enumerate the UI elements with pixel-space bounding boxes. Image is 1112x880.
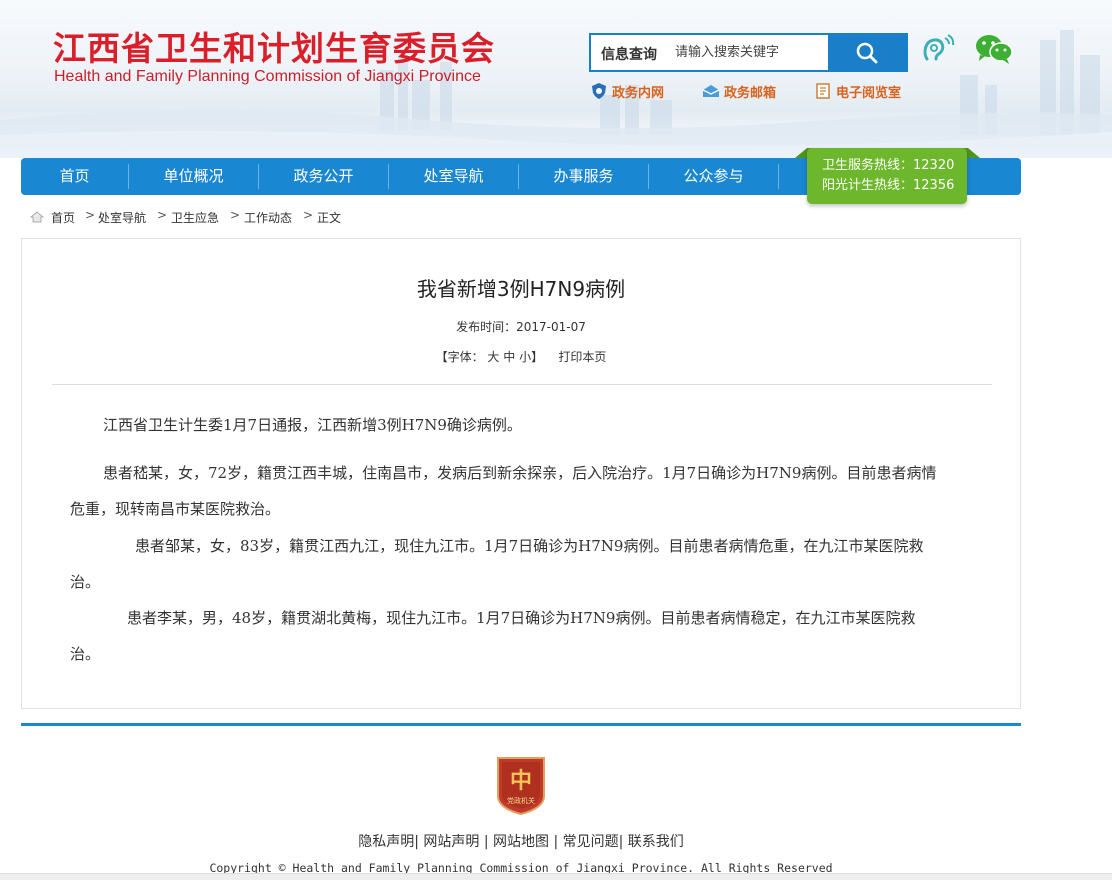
nav-item-home[interactable]: 首页 [21,158,128,195]
hotline-family-planning: 阳光计生热线：12356 [822,178,955,193]
footer-links: 隐私声明| 网站声明 | 网站地图 | 常见问题| 联系我们 [358,834,684,850]
footer-divider [21,723,1021,726]
quick-link-label: 电子阅览室 [836,86,902,101]
breadcrumb-separator: > [230,208,241,222]
quick-link-intranet[interactable]: 政务内网 [590,81,680,101]
breadcrumb-work-news[interactable]: 工作动态 [244,209,292,226]
shield-network-icon [592,83,606,99]
nav-item-gov-affairs[interactable]: 政务公开 [259,158,388,195]
print-button[interactable]: 打印本页 [558,350,606,364]
article-paragraph: 危重，现转南昌市某医院救治。 [70,500,281,518]
search-button[interactable] [828,35,906,70]
footer-link-contact[interactable]: 联系我们 [628,834,684,850]
font-medium-button[interactable]: 中 [503,350,515,364]
footer-link-sitemap[interactable]: 网站地图 [493,834,549,850]
quick-link-mail[interactable]: 政务邮箱 [702,81,792,101]
window-bottom-edge [0,873,1112,880]
site-title: 江西省卫生和计划生育委员会 [53,29,495,68]
site-subtitle: Health and Family Planning Commission of… [54,68,481,85]
breadcrumb-separator: > [303,208,314,222]
breadcrumb-separator: > [85,208,96,222]
nav-item-overview[interactable]: 单位概况 [129,158,258,195]
badge-text: 党政机关 [507,796,535,805]
site-header: 江西省卫生和计划生育委员会 Health and Family Planning… [0,0,1112,158]
article-tools: 【字体： 大 中 小】 打印本页 [22,348,1020,365]
breadcrumb-current: 正文 [317,211,342,225]
footer-link-privacy[interactable]: 隐私声明 [358,834,414,850]
article-paragraph: 患者嵇某，女，72岁，籍贯江西丰城，住南昌市，发病后到新余探亲，后入院治疗。1月… [103,464,937,482]
hotline-panel: 卫生服务热线：12320 阳光计生热线：12356 [807,148,967,204]
footer-link-faq[interactable]: 常见问题 [563,834,619,850]
search-label: 信息查询 [601,47,657,63]
svg-text:中: 中 [510,768,532,794]
article-paragraph: 患者李某，男，48岁，籍贯湖北黄梅，现住九江市。1月7日确诊为H7N9病例。目前… [127,609,916,627]
footer-link-site-statement[interactable]: 网站声明 [423,834,479,850]
breadcrumb-health-emergency[interactable]: 卫生应急 [171,209,219,226]
breadcrumb-department-nav[interactable]: 处室导航 [98,209,146,226]
breadcrumb-separator: > [157,208,168,222]
search-icon [856,42,878,64]
quick-link-reading-room[interactable]: 电子阅览室 [814,81,914,101]
font-size-close: 】 [531,350,544,364]
publish-label: 发布时间： [456,320,517,334]
article-container: 我省新增3例H7N9病例 发布时间：2017-01-07 【字体： 大 中 小】… [21,238,1021,709]
breadcrumb-home[interactable]: 首页 [51,209,75,226]
hotline-health: 卫生服务热线：12320 [822,158,955,173]
mail-icon [702,85,720,97]
font-small-button[interactable]: 小 [519,350,531,364]
font-large-button[interactable]: 大 [487,350,499,364]
article-paragraph: 治。 [70,645,101,663]
nav-item-services[interactable]: 办事服务 [519,158,648,195]
article-title: 我省新增3例H7N9病例 [416,277,626,301]
article-divider [52,384,992,385]
wechat-icon[interactable] [975,33,1013,65]
article-paragraph: 治。 [70,573,101,591]
publish-info: 发布时间：2017-01-07 [22,318,1020,335]
article-paragraph: 患者邹某，女，83岁，籍贯江西九江，现住九江市。1月7日确诊为H7N9病例。目前… [135,537,924,555]
search-bar: 信息查询 [589,33,908,72]
party-government-badge[interactable]: 中 党政机关 [494,754,548,816]
home-icon [30,211,44,223]
quick-link-label: 政务内网 [612,86,665,101]
quick-link-label: 政务邮箱 [724,86,777,101]
nav-item-public-participation[interactable]: 公众参与 [649,158,778,195]
search-input[interactable] [675,37,825,68]
article-paragraph: 江西省卫生计生委1月7日通报，江西新增3例H7N9确诊病例。 [103,416,522,434]
publish-date: 2017-01-07 [516,320,586,334]
nav-divider [778,164,779,189]
book-icon [816,83,830,99]
font-size-label: 【字体： [435,350,484,364]
hearing-icon[interactable] [921,33,955,65]
nav-item-department-nav[interactable]: 处室导航 [389,158,518,195]
